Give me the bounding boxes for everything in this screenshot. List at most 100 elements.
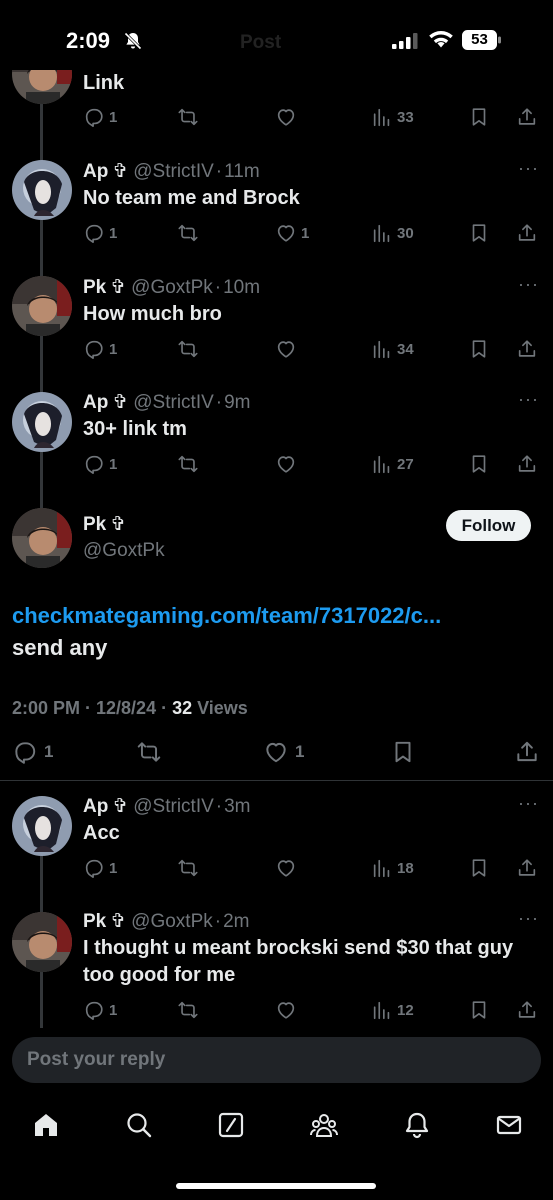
reply-button[interactable]: 1 bbox=[83, 105, 117, 129]
tab-notifications[interactable] bbox=[402, 1110, 432, 1140]
reply-button[interactable]: 1 bbox=[83, 221, 117, 245]
reply-count: 1 bbox=[109, 455, 118, 473]
reply-input[interactable]: Post your reply bbox=[12, 1037, 541, 1083]
like-button[interactable]: 1 bbox=[275, 221, 309, 245]
post-time[interactable]: 11m bbox=[224, 161, 260, 182]
share-button[interactable] bbox=[516, 337, 538, 361]
avatar[interactable] bbox=[12, 160, 72, 220]
post-time[interactable]: 10m bbox=[223, 277, 260, 298]
home-indicator[interactable] bbox=[176, 1183, 376, 1189]
tweet-header: Ap ✞ @StrictIV · 9m bbox=[83, 392, 251, 413]
views-button[interactable]: 18 bbox=[371, 856, 414, 880]
tab-messages[interactable] bbox=[494, 1110, 524, 1140]
views-icon bbox=[373, 1001, 390, 1020]
like-button[interactable] bbox=[275, 452, 297, 476]
retweet-icon bbox=[178, 224, 198, 242]
home-icon bbox=[35, 1114, 57, 1136]
like-button[interactable] bbox=[275, 998, 297, 1022]
display-name[interactable]: Ap bbox=[83, 796, 108, 817]
bookmark-icon bbox=[395, 741, 411, 763]
more-options-icon[interactable]: ··· bbox=[518, 158, 539, 179]
heart-icon bbox=[277, 860, 295, 877]
tab-grok[interactable] bbox=[216, 1110, 246, 1140]
heart-icon bbox=[277, 225, 295, 242]
reply-button[interactable]: 1 bbox=[83, 452, 117, 476]
like-button[interactable] bbox=[275, 856, 297, 880]
views-button[interactable]: 12 bbox=[371, 998, 414, 1022]
tab-search[interactable] bbox=[124, 1110, 154, 1140]
bookmark-button[interactable] bbox=[468, 337, 490, 361]
username[interactable]: @StrictIV bbox=[133, 796, 214, 817]
post-time[interactable]: 2m bbox=[223, 911, 249, 932]
username[interactable]: @StrictIV bbox=[133, 392, 214, 413]
retweet-button[interactable] bbox=[177, 856, 199, 880]
views-icon bbox=[373, 455, 390, 474]
username[interactable]: @GoxtPk bbox=[131, 911, 213, 932]
more-options-icon[interactable]: ··· bbox=[518, 274, 539, 295]
reply-button[interactable]: 1 bbox=[83, 337, 117, 361]
bookmark-button[interactable] bbox=[468, 856, 490, 880]
share-button[interactable] bbox=[516, 998, 538, 1022]
more-options-icon[interactable]: ··· bbox=[518, 793, 539, 814]
bookmark-button[interactable] bbox=[468, 105, 490, 129]
views-button[interactable]: 30 bbox=[371, 221, 414, 245]
bookmark-button[interactable] bbox=[468, 998, 490, 1022]
views-button[interactable]: 27 bbox=[371, 452, 414, 476]
avatar[interactable] bbox=[12, 508, 72, 568]
more-options-icon[interactable]: ··· bbox=[518, 389, 539, 410]
share-button[interactable] bbox=[516, 221, 538, 245]
bookmark-icon bbox=[472, 1001, 486, 1019]
tweet-link[interactable]: checkmategaming.com/team/7317022/c... bbox=[12, 603, 441, 629]
tab-communities[interactable] bbox=[309, 1110, 339, 1140]
timestamp[interactable]: 2:00 PM · 12/8/24 · bbox=[12, 698, 172, 718]
share-icon bbox=[518, 859, 536, 876]
avatar[interactable] bbox=[12, 796, 72, 856]
username[interactable]: @StrictIV bbox=[133, 161, 214, 182]
bookmark-button[interactable] bbox=[468, 452, 490, 476]
username[interactable]: @GoxtPk bbox=[131, 277, 213, 298]
retweet-button[interactable] bbox=[177, 105, 199, 129]
like-button[interactable]: 1 bbox=[263, 740, 304, 764]
views-button[interactable]: 33 bbox=[371, 105, 414, 129]
username[interactable]: @GoxtPk bbox=[83, 540, 165, 562]
display-name[interactable]: Ap bbox=[83, 161, 108, 182]
display-name[interactable]: Pk bbox=[83, 277, 106, 298]
more-options-icon[interactable]: ··· bbox=[518, 908, 539, 929]
share-button[interactable] bbox=[514, 740, 540, 764]
views-button[interactable]: 34 bbox=[371, 337, 414, 361]
retweet-button[interactable] bbox=[177, 998, 199, 1022]
reply-button[interactable]: 1 bbox=[12, 740, 53, 764]
follow-button[interactable]: Follow bbox=[446, 510, 531, 541]
share-button[interactable] bbox=[516, 856, 538, 880]
post-time[interactable]: 3m bbox=[224, 796, 250, 817]
bell-off-icon bbox=[124, 32, 142, 50]
like-button[interactable] bbox=[275, 337, 297, 361]
display-name[interactable]: Pk bbox=[83, 911, 106, 932]
like-button[interactable] bbox=[275, 105, 297, 129]
tweet-text: send any bbox=[12, 635, 108, 660]
avatar[interactable] bbox=[12, 276, 72, 336]
reply-button[interactable]: 1 bbox=[83, 856, 117, 880]
retweet-button[interactable] bbox=[177, 221, 199, 245]
bookmark-button[interactable] bbox=[468, 221, 490, 245]
retweet-icon bbox=[178, 340, 198, 358]
retweet-button[interactable] bbox=[177, 337, 199, 361]
avatar[interactable] bbox=[12, 912, 72, 972]
reply-button[interactable]: 1 bbox=[83, 998, 117, 1022]
share-button[interactable] bbox=[516, 105, 538, 129]
views-icon bbox=[373, 108, 390, 127]
avatar[interactable] bbox=[12, 392, 72, 452]
retweet-button[interactable] bbox=[177, 452, 199, 476]
display-name[interactable]: Pk ✞ bbox=[83, 513, 126, 536]
reply-icon bbox=[85, 340, 103, 359]
bookmark-button[interactable] bbox=[390, 740, 416, 764]
views-count[interactable]: 32 bbox=[172, 698, 192, 718]
retweet-button[interactable] bbox=[136, 740, 162, 764]
tab-home[interactable] bbox=[31, 1110, 61, 1140]
cross-badge: ✞ bbox=[110, 514, 127, 535]
post-time[interactable]: 9m bbox=[224, 392, 250, 413]
reply-count: 1 bbox=[109, 340, 118, 358]
retweet-icon bbox=[178, 859, 198, 877]
share-button[interactable] bbox=[516, 452, 538, 476]
display-name[interactable]: Ap bbox=[83, 392, 108, 413]
